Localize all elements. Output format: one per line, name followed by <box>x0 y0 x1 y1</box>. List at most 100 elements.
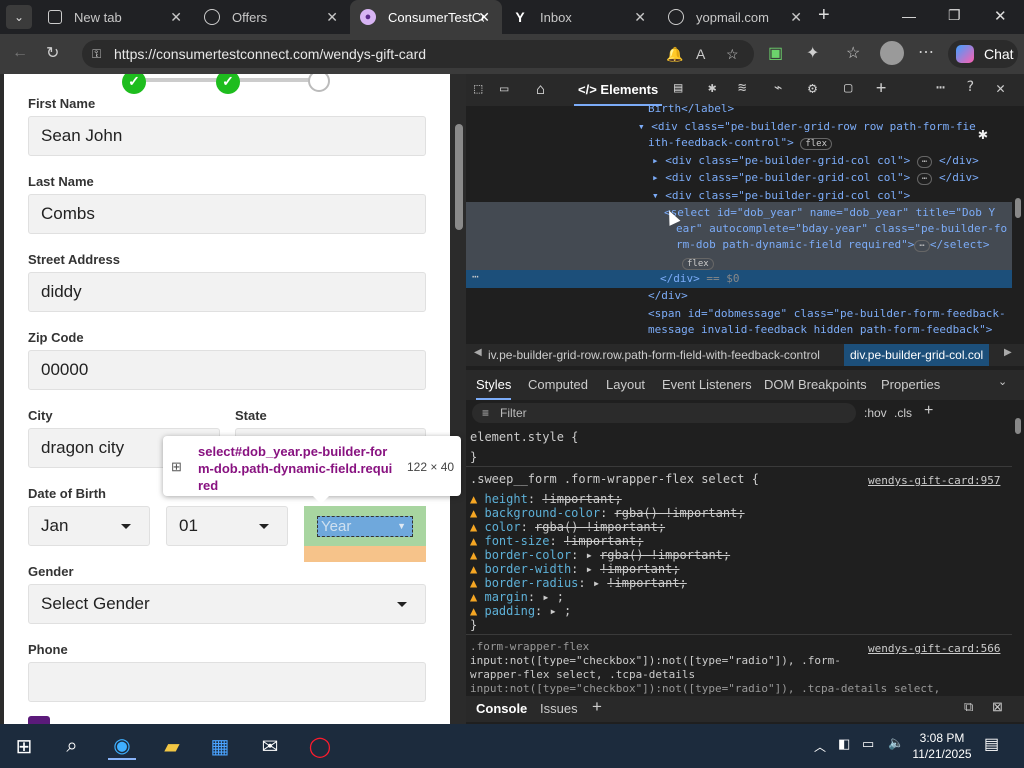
flex-badge[interactable]: flex <box>682 258 714 270</box>
dom-line[interactable]: Birth</label> <box>648 102 734 115</box>
dom-line[interactable]: ith-feedback-control"> flex <box>648 136 833 150</box>
tab-new-tab[interactable]: New tab ✕ <box>38 0 194 34</box>
css-prop-row[interactable]: ▲ border-color: ▸ rgba() !important; <box>470 548 770 562</box>
dob-month-select[interactable]: Jan <box>28 506 150 546</box>
page-scrollbar[interactable] <box>452 74 466 724</box>
inspect-element-icon[interactable]: ⬚ <box>474 81 482 97</box>
dom-line[interactable]: rm-dob path-dynamic-field required"> ⋯ </s… <box>676 238 989 252</box>
zip-input[interactable]: 00000 <box>28 350 426 390</box>
opera-icon[interactable]: ◯ <box>306 732 334 760</box>
css-prop-row[interactable]: ▲ padding: ▸ ; <box>470 604 770 618</box>
dob-year-select[interactable]: Year ▼ <box>317 516 413 537</box>
dock-close-icon[interactable]: ✱ <box>978 124 988 143</box>
breadcrumb-left-arrow[interactable]: ◀ <box>474 347 482 358</box>
more-tools-plus-icon[interactable]: + <box>876 78 886 98</box>
rule2-line[interactable]: input:not([type="checkbox"]):not([type="… <box>470 654 841 667</box>
favorite-star-icon[interactable]: ☆ <box>726 40 739 68</box>
performance-icon[interactable]: ⌁ <box>774 80 782 96</box>
more-icon[interactable]: ⋯ <box>918 42 934 62</box>
site-info-icon[interactable]: ⚿ <box>92 40 101 68</box>
file-explorer-icon[interactable]: ▰ <box>158 732 186 760</box>
tab-actions-button[interactable]: ⌄ <box>6 5 32 29</box>
dom-line[interactable]: </div> <box>648 289 688 302</box>
home-icon[interactable]: ⌂ <box>536 80 545 98</box>
breadcrumb-item-active[interactable]: div.pe-builder-grid-col.col <box>844 344 990 366</box>
edge-icon[interactable]: ◉ <box>108 732 136 760</box>
tab-consumertest[interactable]: ● ConsumerTestCon ✕ <box>350 0 502 34</box>
css-prop-row[interactable]: ▲ border-width: ▸ !important; <box>470 562 770 576</box>
close-tab-icon[interactable]: ✕ <box>790 9 802 26</box>
css-prop-row[interactable]: ▲ color: rgba() !important; <box>470 520 770 534</box>
dob-day-select[interactable]: 01 <box>166 506 288 546</box>
last-name-input[interactable]: Combs <box>28 194 426 234</box>
clock[interactable]: 3:08 PM 11/21/2025 <box>912 730 972 762</box>
rule1-source-link[interactable]: wendys-gift-card:957 <box>868 474 1000 487</box>
rule2-source-link[interactable]: wendys-gift-card:566 <box>868 642 1000 655</box>
dom-line[interactable]: <span id="dobmessage" class="pe-builder-… <box>648 307 1006 320</box>
dom-scrollbar-thumb[interactable] <box>1015 198 1021 218</box>
cls-button[interactable]: .cls <box>894 406 912 420</box>
rule2-line[interactable]: input:not([type="checkbox"]):not([type="… <box>470 682 940 694</box>
search-icon[interactable]: ⌕ <box>58 732 86 760</box>
rule2-line[interactable]: wrapper-flex select, .tcpa-details <box>470 668 695 681</box>
close-window-button[interactable]: ✕ <box>994 7 1007 25</box>
tab-yopmail[interactable]: yopmail.com ✕ <box>658 0 814 34</box>
network-icon[interactable]: ≋ <box>738 80 746 96</box>
tab-console[interactable]: Console <box>476 701 527 716</box>
new-rule-icon[interactable]: + <box>924 402 933 420</box>
settings-gear-icon[interactable]: ⚙ <box>808 79 817 97</box>
tab-inbox[interactable]: Y Inbox ✕ <box>502 0 658 34</box>
tab-computed[interactable]: Computed <box>528 377 588 392</box>
css-prop-row[interactable]: ▲ height: !important; <box>470 492 770 506</box>
profile-avatar[interactable] <box>880 41 904 65</box>
tab-properties[interactable]: Properties <box>881 377 940 392</box>
new-tab-button[interactable]: + <box>818 4 830 27</box>
help-icon[interactable]: ? <box>966 79 974 95</box>
styles-scrollbar[interactable] <box>1012 404 1024 686</box>
minimize-button[interactable]: — <box>902 8 916 24</box>
page-scrollbar-thumb[interactable] <box>455 124 463 230</box>
tab-styles[interactable]: Styles <box>476 377 512 400</box>
dom-scrollbar[interactable] <box>1012 108 1024 336</box>
dom-line[interactable]: ▾ <div class="pe-builder-grid-col col"> <box>652 189 910 202</box>
dom-line[interactable]: </div> == $0 <box>660 272 740 285</box>
css-prop-row[interactable]: ▲ background-color: rgba() !important; <box>470 506 770 520</box>
favorites-icon[interactable]: ☆ <box>846 43 860 63</box>
chevron-down-icon[interactable]: ⌄ <box>998 375 1007 388</box>
network-icon[interactable]: ▭ <box>862 736 874 752</box>
windows-start-icon[interactable]: ⊞ <box>10 732 38 760</box>
breadcrumb-right-arrow[interactable]: ▶ <box>1004 347 1012 358</box>
address-bar[interactable]: ⚿ https://consumertestconnect.com/wendys… <box>82 40 754 68</box>
add-drawer-tab-icon[interactable]: + <box>592 697 602 717</box>
element-style-rule[interactable]: element.style { <box>470 430 578 444</box>
rule2-line[interactable]: .form-wrapper-flex <box>470 640 589 653</box>
hov-button[interactable]: :hov <box>864 406 887 420</box>
consent-checkbox[interactable] <box>28 716 50 724</box>
breadcrumb-item[interactable]: iv.pe-builder-grid-row.row.path-form-fie… <box>488 348 820 362</box>
close-tab-icon[interactable]: ✕ <box>478 9 490 26</box>
dom-line[interactable]: ear" autocomplete="bday-year" class="pe-… <box>676 222 1007 235</box>
copilot-chat-button[interactable]: Chat <box>948 40 1018 68</box>
first-name-input[interactable]: Sean John <box>28 116 426 156</box>
styles-scrollbar-thumb[interactable] <box>1015 418 1021 434</box>
flex-badge[interactable]: flex <box>800 138 833 150</box>
close-tab-icon[interactable]: ✕ <box>634 9 646 26</box>
css-prop-row[interactable]: ▲ font-size: !important; <box>470 534 770 548</box>
dock-icon[interactable]: ⧉ <box>964 699 973 715</box>
css-prop-row[interactable]: ▲ margin: ▸ ; <box>470 590 770 604</box>
mail-icon[interactable]: ✉ <box>256 732 284 760</box>
flex-badge-row[interactable]: flex <box>682 256 714 270</box>
street-input[interactable]: diddy <box>28 272 426 312</box>
close-drawer-icon[interactable]: ⊠ <box>992 699 1003 715</box>
devtools-more-icon[interactable]: ⋯ <box>936 78 945 96</box>
dom-line[interactable]: ▸ <div class="pe-builder-grid-col col"> … <box>652 171 979 185</box>
back-icon[interactable]: ← <box>12 44 28 62</box>
gender-select[interactable]: Select Gender <box>28 584 426 624</box>
styles-filter-input[interactable]: ≡ Filter <box>472 403 856 423</box>
show-hidden-icons-icon[interactable]: ︿ <box>814 738 826 755</box>
dom-line[interactable]: message invalid-feedback hidden path-for… <box>648 323 992 336</box>
dom-line[interactable]: <select id="dob_year" name="dob_year" ti… <box>664 206 995 219</box>
dom-ellipsis[interactable]: ⋯ <box>472 270 479 283</box>
phone-input[interactable] <box>28 662 426 702</box>
application-icon[interactable]: ▢ <box>844 80 852 96</box>
